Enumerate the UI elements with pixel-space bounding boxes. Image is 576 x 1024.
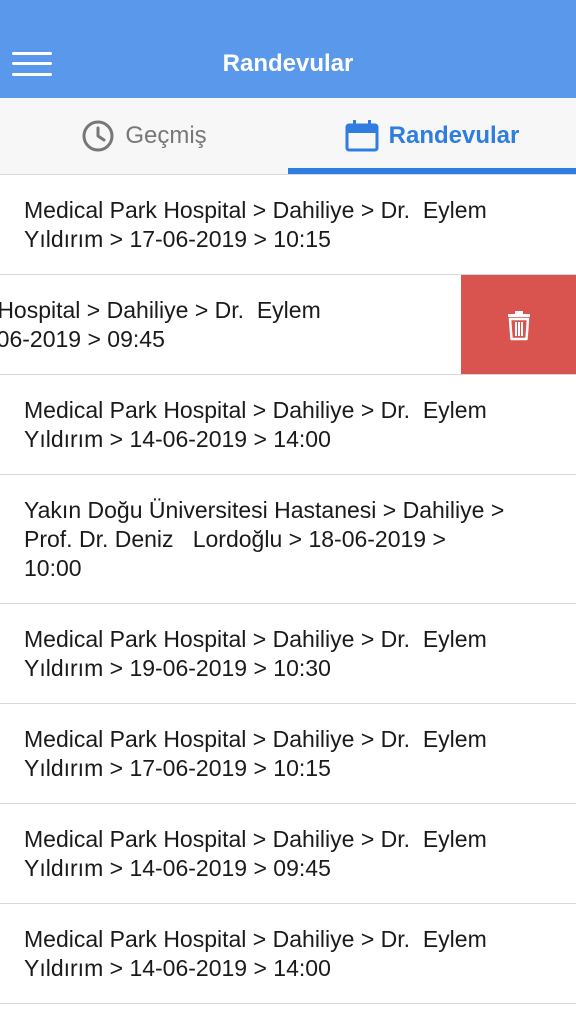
appointment-row[interactable]: Medical Park Hospital > Dahiliye > Dr. E… (0, 375, 576, 475)
appointment-text: Medical Park Hospital > Dahiliye > Dr. E… (24, 397, 487, 452)
appointment-row-swiped[interactable]: Medical Park Hospital > Dahiliye > Dr. E… (0, 275, 576, 375)
appointment-text: Medical Park Hospital > Dahiliye > Dr. E… (24, 926, 487, 981)
active-tab-indicator (288, 168, 576, 174)
appointment-text: Medical Park Hospital > Dahiliye > Dr. E… (24, 726, 487, 781)
appointment-row[interactable]: Medical Park Hospital > Dahiliye > Dr. E… (0, 704, 576, 804)
tab-history-label: Geçmiş (125, 122, 207, 149)
appointment-text: Yakın Doğu Üniversitesi Hastanesi > Dahi… (24, 497, 505, 581)
tab-bar: Geçmiş Randevular (0, 98, 576, 175)
trash-icon (507, 310, 530, 340)
appointment-list[interactable]: Medical Park Hospital > Dahiliye > Dr. E… (0, 175, 576, 1024)
appointment-row[interactable]: Medical Park Hospital > Dahiliye > Dr. E… (0, 175, 576, 275)
appointment-row[interactable]: Medical Park Hospital > Dahiliye > Dr. E… (0, 904, 576, 1004)
calendar-icon (345, 120, 379, 152)
appointment-text: Medical Park Hospital > Dahiliye > Dr. E… (24, 826, 487, 881)
clock-icon (82, 120, 114, 152)
appointment-text: Medical Park Hospital > Dahiliye > Dr. E… (24, 626, 487, 681)
appointment-row[interactable]: Yakın Doğu Üniversitesi Hastanesi > Dahi… (0, 475, 576, 604)
app-screen: Randevular Geçmiş Randevular Medical Par… (0, 0, 576, 1024)
appointment-text: Medical Park Hospital > Dahiliye > Dr. E… (24, 197, 487, 252)
tab-history[interactable]: Geçmiş (0, 98, 288, 174)
appointment-row[interactable]: Medical Park Hospital > Dahiliye > Dr. E… (0, 604, 576, 704)
page-title: Randevular (222, 50, 354, 77)
delete-button[interactable] (461, 275, 576, 374)
appointment-row[interactable]: Medical Park Hospital > Dahiliye > Dr. E… (0, 804, 576, 904)
tab-appointments[interactable]: Randevular (288, 98, 576, 174)
navigation-header: Randevular (0, 0, 576, 98)
tab-appointments-label: Randevular (388, 122, 520, 149)
appointment-text: Medical Park Hospital > Dahiliye > Dr. E… (0, 297, 321, 352)
